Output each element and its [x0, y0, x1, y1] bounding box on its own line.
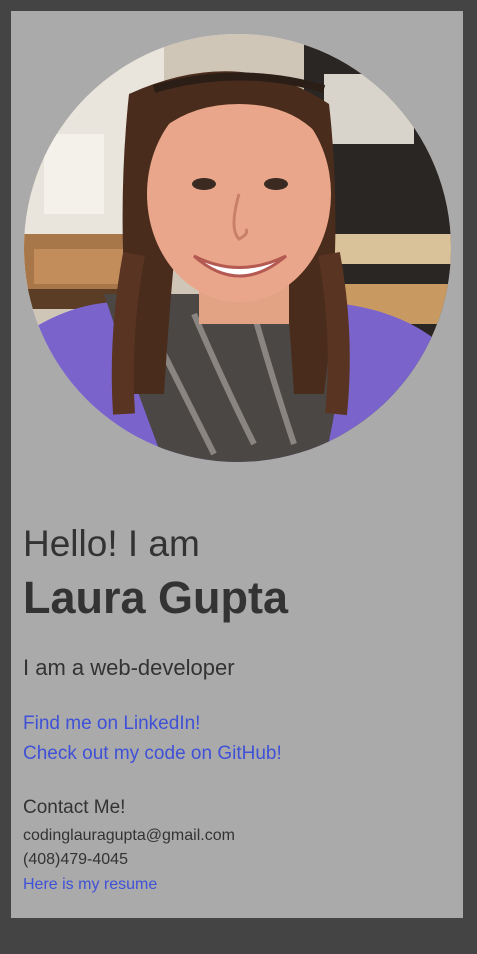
linkedin-link[interactable]: Find me on LinkedIn!: [23, 713, 200, 736]
github-link[interactable]: Check out my code on GitHub!: [23, 743, 282, 766]
resume-link[interactable]: Here is my resume: [23, 875, 157, 894]
profile-card: Hello! I am Laura Gupta I am a web-devel…: [11, 11, 463, 918]
name-heading: Laura Gupta: [23, 572, 289, 623]
contact-phone: (408)479-4045: [23, 851, 128, 868]
profile-photo: [24, 34, 451, 462]
greeting-heading: Hello! I am: [23, 523, 200, 564]
contact-heading: Contact Me!: [23, 797, 126, 818]
contact-email: codinglauragupta@gmail.com: [23, 827, 235, 844]
tagline: I am a web-developer: [23, 655, 235, 680]
profile-photo-illustration: [24, 34, 451, 462]
